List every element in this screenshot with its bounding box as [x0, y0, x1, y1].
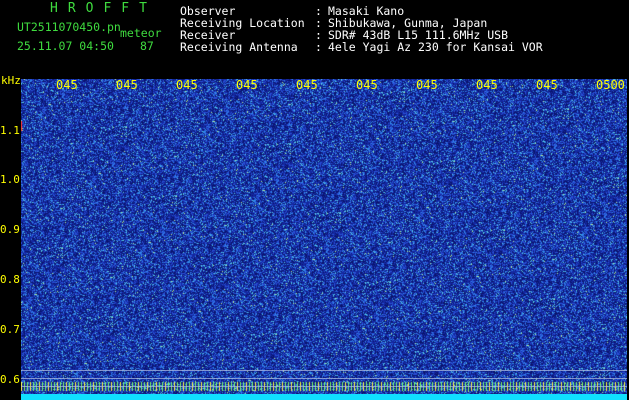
x-tick-label: 045	[416, 78, 438, 92]
meteor-label: meteor	[120, 26, 162, 40]
y-tick-label: 1.0	[0, 173, 20, 186]
datetime: 25.11.07 04:50	[17, 39, 114, 53]
marker-line	[21, 386, 627, 387]
colon: :	[315, 40, 322, 54]
info-labels: Observer Receiving Location Receiver Rec…	[180, 5, 305, 53]
marker-line	[21, 370, 627, 371]
hrofft-window: HROFFT UT2511070450.pn meteor 25.11.07 0…	[0, 0, 629, 400]
x-tick-label: 0500	[596, 78, 625, 92]
meteor-count: 87	[140, 39, 154, 53]
x-tick-label: 045	[116, 78, 138, 92]
y-axis-unit: kHz	[1, 74, 21, 87]
antenna-label: Receiving Antenna	[180, 40, 298, 54]
info-values: Masaki Kano Shibukawa, Gunma, Japan SDR#…	[328, 5, 543, 53]
waterfall-canvas	[21, 79, 627, 396]
antenna-value: 4ele Yagi Az 230 for Kansai VOR	[328, 40, 543, 54]
x-tick-label: 045	[56, 78, 78, 92]
app-logo: HROFFT	[50, 1, 157, 16]
x-tick-label: 045	[476, 78, 498, 92]
signal-baseline	[21, 394, 627, 400]
y-tick-label: 1.1	[0, 124, 20, 137]
waterfall-spectrogram	[21, 79, 627, 396]
y-tick-label: 0.7	[0, 323, 20, 336]
x-tick-label: 045	[296, 78, 318, 92]
x-tick-label: 045	[236, 78, 258, 92]
y-tick-label: 0.8	[0, 273, 20, 286]
file-name: UT2511070450.pn	[17, 20, 121, 34]
y-tick-label: 0.6	[0, 373, 20, 386]
x-tick-label: 045	[536, 78, 558, 92]
marker-line	[21, 378, 627, 379]
x-tick-label: 045	[176, 78, 198, 92]
x-tick-label: 045	[356, 78, 378, 92]
y-tick-label: 0.9	[0, 223, 20, 236]
info-colons: : : : :	[315, 5, 322, 53]
